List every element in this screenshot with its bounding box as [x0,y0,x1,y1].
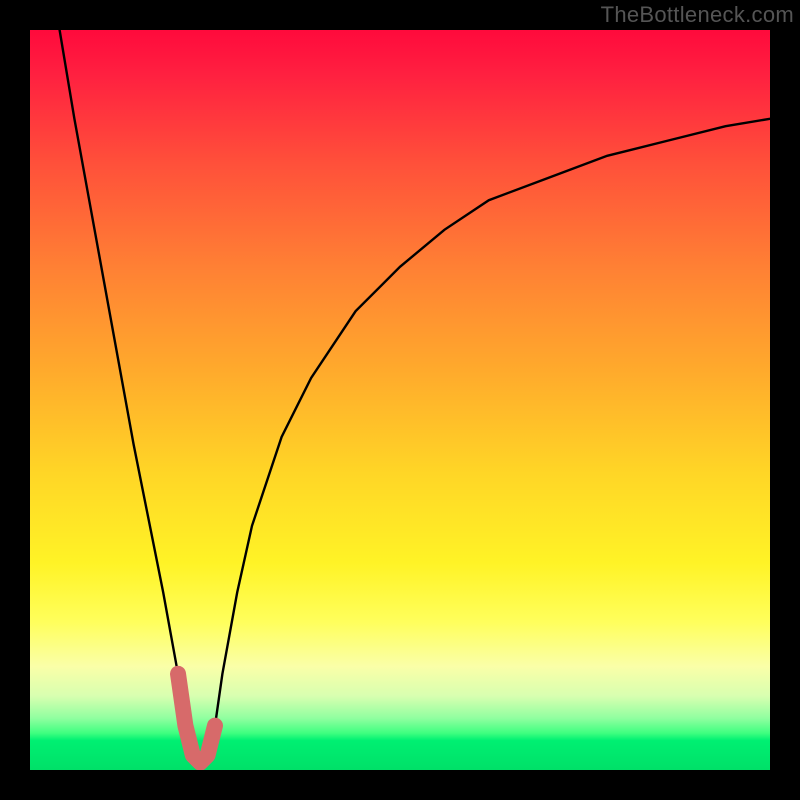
curve-svg [30,30,770,770]
minimum-highlight [178,674,215,763]
outer-frame: TheBottleneck.com [0,0,800,800]
plot-area [30,30,770,770]
bottleneck-curve-path [60,30,770,763]
watermark-text: TheBottleneck.com [601,2,794,28]
